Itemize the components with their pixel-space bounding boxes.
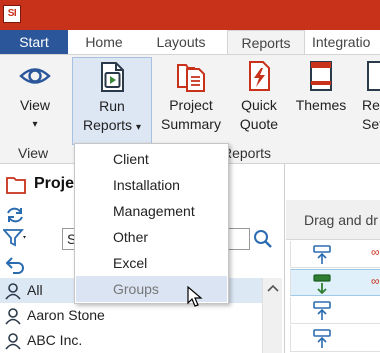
themes-icon xyxy=(310,61,332,91)
tab-layouts[interactable]: Layouts xyxy=(146,30,216,54)
run-report-icon xyxy=(101,62,124,92)
run-reports-dropdown: Client Installation Management Other Exc… xyxy=(74,143,229,304)
project-summary-button[interactable]: Project Summary xyxy=(156,57,226,145)
move-up-icon[interactable] xyxy=(311,301,333,321)
user-icon xyxy=(5,308,21,325)
summary-report-icon xyxy=(177,64,205,92)
search-icon[interactable] xyxy=(253,229,273,249)
chevron-down-icon: ▾ xyxy=(32,119,38,130)
list-scrollbar[interactable] xyxy=(262,278,282,353)
app-logo[interactable]: SI xyxy=(3,5,21,23)
marker-icon: ∞ xyxy=(371,245,380,259)
project-summary-line1: Project xyxy=(169,97,213,113)
group-label-view: View xyxy=(18,145,49,161)
chevron-down-icon: ▾ xyxy=(135,122,141,133)
themes-button[interactable]: Themes xyxy=(290,57,352,145)
list-item-label: All xyxy=(27,282,43,298)
list-item-label: ABC Inc. xyxy=(27,332,83,348)
menu-item-client[interactable]: Client xyxy=(76,146,227,172)
tab-start[interactable]: Start xyxy=(0,30,68,54)
project-panel-title: Proje xyxy=(34,175,75,192)
menu-item-excel[interactable]: Excel xyxy=(76,250,227,276)
user-icon xyxy=(5,283,21,300)
menu-item-management[interactable]: Management xyxy=(76,198,227,224)
themes-label: Themes xyxy=(295,97,347,113)
report-settings-line1: Re xyxy=(362,97,380,113)
mouse-cursor-icon xyxy=(187,286,203,307)
list-item-label: Aaron Stone xyxy=(27,307,105,323)
undo-icon[interactable] xyxy=(5,254,25,274)
scroll-up-icon[interactable] xyxy=(267,284,279,292)
run-reports-button[interactable]: Run Reports ▾ xyxy=(72,57,152,145)
tab-reports[interactable]: Reports xyxy=(227,30,305,54)
report-layout-panel: Drag and dr ∞ ∞ xyxy=(286,164,380,353)
title-bar: SI xyxy=(0,0,380,30)
quick-quote-line2: Quote xyxy=(239,116,279,132)
filter-icon[interactable] xyxy=(3,228,27,248)
drag-group-bar: Drag and dr xyxy=(286,200,380,240)
eye-icon xyxy=(19,68,51,84)
grid-row[interactable] xyxy=(290,325,380,352)
user-icon xyxy=(5,333,21,350)
folder-icon xyxy=(6,177,26,194)
tab-integrations[interactable]: Integratio xyxy=(312,30,380,54)
group-label-reports: Reports xyxy=(222,145,272,161)
move-up-icon[interactable] xyxy=(311,329,333,349)
project-summary-line2: Summary xyxy=(161,116,221,132)
move-up-icon[interactable] xyxy=(311,245,333,265)
run-reports-line1: Run xyxy=(99,98,125,114)
quick-quote-button[interactable]: Quick Quote xyxy=(232,57,286,145)
menu-item-other[interactable]: Other xyxy=(76,224,227,250)
list-item[interactable]: Aaron Stone xyxy=(0,303,262,328)
menu-item-groups[interactable]: Groups xyxy=(76,276,227,302)
report-settings-line2: Set xyxy=(362,116,380,132)
ribbon-tab-bar: Start Home Layouts Reports Integratio xyxy=(0,30,380,54)
quick-quote-line1: Quick xyxy=(241,97,277,113)
view-label: View xyxy=(19,97,51,113)
report-settings-icon xyxy=(367,61,380,91)
grid-header-row: ∞ xyxy=(290,241,380,268)
run-reports-line2: Reports ▾ xyxy=(83,117,141,133)
marker-icon: ∞ xyxy=(371,274,380,288)
grid-row[interactable] xyxy=(290,297,380,324)
move-down-icon[interactable] xyxy=(311,274,333,294)
quick-quote-icon xyxy=(249,61,270,91)
view-button[interactable]: View ▾ xyxy=(4,57,66,145)
list-item[interactable]: ABC Inc. xyxy=(0,328,262,353)
tab-home[interactable]: Home xyxy=(72,30,136,54)
menu-item-installation[interactable]: Installation xyxy=(76,172,227,198)
refresh-icon[interactable] xyxy=(5,205,25,225)
grid-row-selected[interactable]: ∞ xyxy=(290,269,380,296)
report-settings-button[interactable]: Re Set xyxy=(358,57,380,145)
